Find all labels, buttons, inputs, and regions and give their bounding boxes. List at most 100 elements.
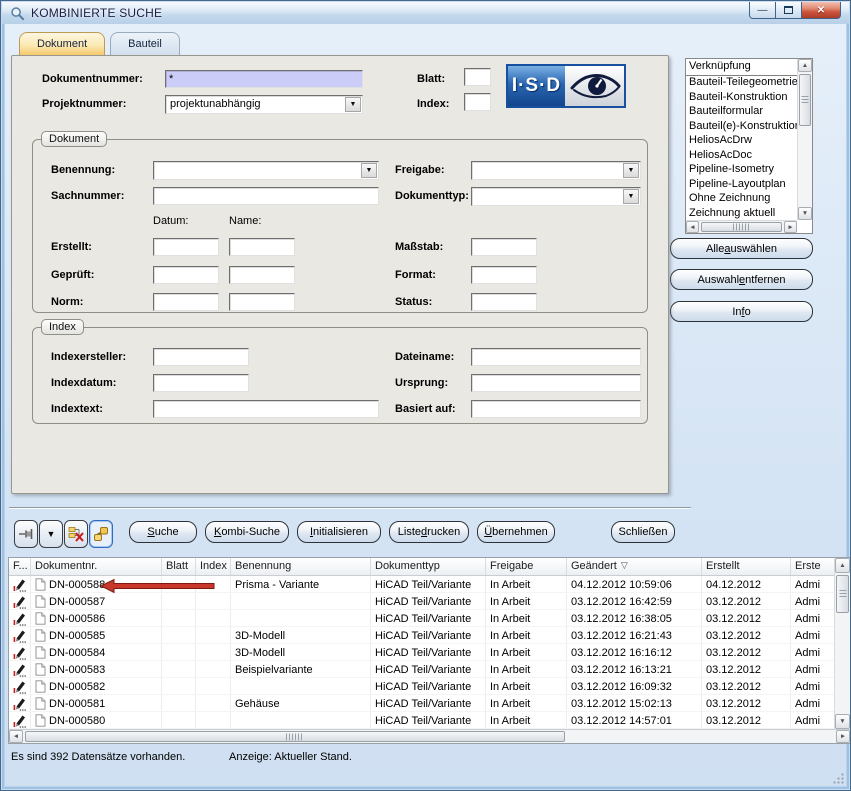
status-input[interactable] [471, 293, 537, 311]
column-header-ersteller[interactable]: Erste [791, 558, 834, 575]
column-header-dokumenttyp[interactable]: Dokumenttyp [371, 558, 486, 575]
table-horizontal-scrollbar[interactable]: ◄ ► [9, 729, 850, 743]
column-header-blatt[interactable]: Blatt [162, 558, 196, 575]
erstellt-datum-input[interactable] [153, 238, 219, 256]
erstellt-name-input[interactable] [229, 238, 295, 256]
tab-bauteil[interactable]: Bauteil [110, 32, 180, 55]
column-header-freigabe[interactable]: Freigabe [486, 558, 567, 575]
apply-button[interactable]: Übernehmen [477, 521, 555, 543]
minimize-button[interactable]: — [749, 2, 776, 19]
massstab-input[interactable] [471, 238, 537, 256]
column-header-benennung[interactable]: Benennung [231, 558, 371, 575]
tab-dokument[interactable]: Dokument [19, 32, 105, 55]
pin-button[interactable] [14, 520, 38, 548]
scroll-up-icon[interactable]: ▲ [798, 59, 812, 72]
scroll-up-icon[interactable]: ▲ [835, 558, 850, 573]
sachnummer-input[interactable] [153, 187, 379, 205]
scrollbar-thumb[interactable] [701, 222, 782, 232]
sort-filter-icon[interactable]: ▽ [621, 560, 628, 575]
scroll-left-icon[interactable]: ◄ [9, 730, 23, 743]
list-item[interactable]: Bauteil-Konstruktion [686, 91, 797, 106]
scroll-down-icon[interactable]: ▼ [798, 207, 812, 220]
scroll-down-icon[interactable]: ▼ [835, 714, 850, 729]
scroll-left-icon[interactable]: ◄ [686, 221, 699, 233]
index-input[interactable] [464, 93, 491, 111]
benennung-combobox[interactable]: ▼ [153, 161, 379, 180]
format-input[interactable] [471, 266, 537, 284]
basiert-auf-input[interactable] [471, 400, 641, 418]
freigabe-combobox[interactable]: ▼ [471, 161, 641, 180]
table-row[interactable]: DN-000587 HiCAD Teil/Variante In Arbeit … [9, 593, 834, 610]
table-row[interactable]: DN-000581 Gehäuse HiCAD Teil/Variante In… [9, 695, 834, 712]
index-group-label: Index [41, 319, 84, 335]
norm-datum-input[interactable] [153, 293, 219, 311]
table-row[interactable]: DN-000585 3D-Modell HiCAD Teil/Variante … [9, 627, 834, 644]
resize-grip[interactable] [832, 772, 845, 785]
indexdatum-input[interactable] [153, 374, 249, 392]
table-row[interactable]: DN-000582 HiCAD Teil/Variante In Arbeit … [9, 678, 834, 695]
verknuepfung-listbox: Verknüpfung Bauteil-Teilegeometrie Baute… [685, 58, 813, 234]
blatt-input[interactable] [464, 68, 491, 86]
table-vertical-scrollbar[interactable]: ▲ ▼ [834, 558, 850, 729]
table-row[interactable]: DN-000580 HiCAD Teil/Variante In Arbeit … [9, 712, 834, 729]
chevron-down-icon[interactable]: ▼ [623, 189, 639, 204]
blatt-cell [162, 712, 196, 728]
search-button[interactable]: Suche [129, 521, 197, 543]
info-button[interactable]: Info [670, 301, 813, 322]
list-item[interactable]: HeliosAcDoc [686, 149, 797, 164]
link-list-horizontal-scrollbar[interactable]: ◄ ► [686, 220, 797, 233]
list-item[interactable]: Ohne Zeichnung [686, 192, 797, 207]
document-icon [35, 663, 46, 676]
table-row[interactable]: DN-000586 HiCAD Teil/Variante In Arbeit … [9, 610, 834, 627]
dateiname-input[interactable] [471, 348, 641, 366]
maximize-button[interactable] [775, 2, 802, 19]
remove-structure-button[interactable] [64, 520, 88, 548]
freigabe-cell: In Arbeit [486, 695, 567, 711]
geprueft-datum-input[interactable] [153, 266, 219, 284]
dokumenttyp-combobox[interactable]: ▼ [471, 187, 641, 206]
table-row[interactable]: DN-000584 3D-Modell HiCAD Teil/Variante … [9, 644, 834, 661]
document-icon [35, 646, 46, 659]
kombi-search-button[interactable]: Kombi-Suche [205, 521, 289, 543]
select-all-button[interactable]: Alle auswählen [670, 238, 813, 259]
filter-triangle-icon: ▼ [47, 530, 56, 539]
scrollbar-thumb[interactable] [799, 74, 811, 126]
list-item[interactable]: Bauteil-Teilegeometrie [686, 76, 797, 91]
filter-button[interactable]: ▼ [39, 520, 63, 548]
chevron-down-icon[interactable]: ▼ [345, 97, 361, 112]
indextext-input[interactable] [153, 400, 379, 418]
geprueft-name-input[interactable] [229, 266, 295, 284]
list-item[interactable]: Bauteil(e)-Konstruktion [686, 120, 797, 135]
list-item[interactable]: Pipeline-Isometry [686, 163, 797, 178]
chevron-down-icon[interactable]: ▼ [361, 163, 377, 178]
titlebar[interactable]: KOMBINIERTE SUCHE — ✕ [2, 2, 849, 24]
dokumentnummer-input[interactable] [165, 70, 363, 88]
scrollbar-thumb[interactable] [836, 575, 849, 613]
norm-name-input[interactable] [229, 293, 295, 311]
chevron-down-icon[interactable]: ▼ [623, 163, 639, 178]
list-item[interactable]: HeliosAcDrw [686, 134, 797, 149]
table-row[interactable]: DN-000583 Beispielvariante HiCAD Teil/Va… [9, 661, 834, 678]
list-item[interactable]: Pipeline-Layoutplan [686, 178, 797, 193]
link-list-vertical-scrollbar[interactable]: ▲ ▼ [797, 59, 812, 220]
projektnummer-combobox[interactable]: projektunabhängig ▼ [165, 95, 363, 114]
column-header-erstellt[interactable]: Erstellt [702, 558, 791, 575]
close-button[interactable]: ✕ [801, 2, 841, 19]
scrollbar-thumb[interactable] [25, 731, 565, 742]
initialize-button[interactable]: Initialisieren [297, 521, 381, 543]
remove-selection-button[interactable]: Auswahl entfernen [670, 269, 813, 290]
column-header-geaendert[interactable]: Geändert ▽ [567, 558, 702, 575]
list-item[interactable]: Bauteilformular [686, 105, 797, 120]
ursprung-input[interactable] [471, 374, 641, 392]
indexersteller-input[interactable] [153, 348, 249, 366]
column-header-index[interactable]: Index [196, 558, 231, 575]
list-item[interactable]: Zeichnung aktuell [686, 207, 797, 221]
close-dialog-button[interactable]: Schließen [611, 521, 675, 543]
scroll-right-icon[interactable]: ► [784, 221, 797, 233]
column-header-dokumentnr[interactable]: Dokumentnr. [31, 558, 162, 575]
scroll-right-icon[interactable]: ► [836, 730, 850, 743]
blatt-cell [162, 661, 196, 677]
print-list-button[interactable]: Liste drucken [389, 521, 469, 543]
link-parts-button[interactable] [89, 520, 113, 548]
column-header-f[interactable]: F... [9, 558, 31, 575]
